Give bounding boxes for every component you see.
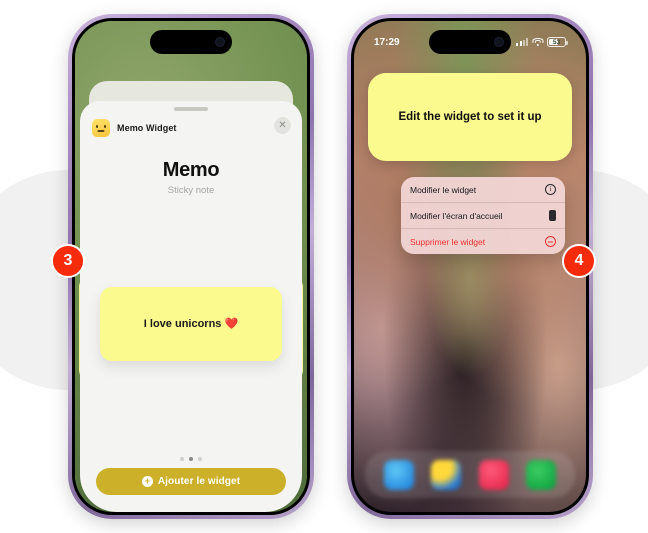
status-indicators: 53: [516, 37, 568, 47]
dock-icon-photos[interactable]: [431, 459, 462, 490]
phone-left-body: Memo Widget ✕ Memo Sticky note I love un…: [72, 18, 310, 515]
sticky-note-preview[interactable]: I love unicorns ❤️: [100, 286, 282, 361]
context-menu-item-label: Modifier le widget: [410, 184, 477, 195]
app-icon-eye-left: [96, 125, 98, 128]
dock-icon-pink[interactable]: [478, 459, 509, 490]
dock-icon-blue[interactable]: [383, 459, 414, 490]
context-menu-item-edit-widget[interactable]: Modifier le widget i: [401, 177, 565, 203]
dock-icon-green[interactable]: [526, 459, 557, 490]
cellular-bars-icon: [516, 38, 528, 46]
widget-preview-area: I love unicorns ❤️: [80, 190, 302, 457]
plus-icon: +: [141, 476, 153, 487]
sticky-note-text: I love unicorns ❤️: [143, 318, 239, 330]
home-screen-dock: [365, 451, 575, 498]
memo-app-icon: [92, 119, 110, 137]
info-circle-icon: i: [545, 184, 556, 195]
widget-context-menu: Modifier le widget i Modifier l'écran d'…: [401, 177, 565, 254]
page-indicator[interactable]: [80, 457, 302, 461]
phone-left: Memo Widget ✕ Memo Sticky note I love un…: [68, 14, 314, 519]
add-widget-button-label: Ajouter le widget: [157, 476, 241, 487]
page-dot-3[interactable]: [198, 457, 202, 461]
sheet-app-name: Memo Widget: [117, 123, 177, 133]
sheet-header: Memo Widget ✕: [80, 111, 302, 143]
add-widget-button[interactable]: + Ajouter le widget: [96, 468, 286, 495]
context-menu-item-remove-widget[interactable]: Supprimer le widget: [401, 229, 565, 254]
close-icon[interactable]: ✕: [274, 117, 291, 134]
context-menu-item-label: Modifier l'écran d'accueil: [410, 210, 503, 221]
add-widget-sheet: Memo Widget ✕ Memo Sticky note I love un…: [80, 101, 302, 512]
widget-title: Memo: [162, 159, 220, 181]
context-menu-item-edit-home-screen[interactable]: Modifier l'écran d'accueil: [401, 203, 565, 229]
phone-left-screen: Memo Widget ✕ Memo Sticky note I love un…: [75, 21, 307, 512]
battery-level-label: 53: [552, 38, 561, 46]
home-screen-widget-text: Edit the widget to set it up: [398, 111, 542, 123]
phone-right-body: 17:29 53 Edit the widget to set it up Mo…: [351, 18, 589, 515]
home-screen-widget[interactable]: Edit the widget to set it up: [368, 73, 572, 161]
battery-icon: 53: [547, 37, 568, 47]
status-bar: 17:29 53: [354, 33, 586, 51]
dynamic-island: [150, 30, 232, 54]
wifi-icon: [532, 37, 543, 47]
page-dot-1[interactable]: [180, 457, 184, 461]
device-icon: [549, 210, 556, 221]
step-badge-3: 3: [51, 244, 85, 278]
page-dot-2[interactable]: [189, 457, 193, 461]
minus-circle-icon: [545, 236, 556, 247]
phone-right: 17:29 53 Edit the widget to set it up Mo…: [347, 14, 593, 519]
front-camera-icon: [215, 37, 225, 47]
phone-right-screen: 17:29 53 Edit the widget to set it up Mo…: [354, 21, 586, 512]
context-menu-item-label: Supprimer le widget: [410, 236, 486, 247]
step-badge-4: 4: [562, 244, 596, 278]
app-icon-mouth: [97, 130, 105, 132]
status-time: 17:29: [374, 36, 400, 48]
app-icon-eye-right: [104, 125, 106, 128]
